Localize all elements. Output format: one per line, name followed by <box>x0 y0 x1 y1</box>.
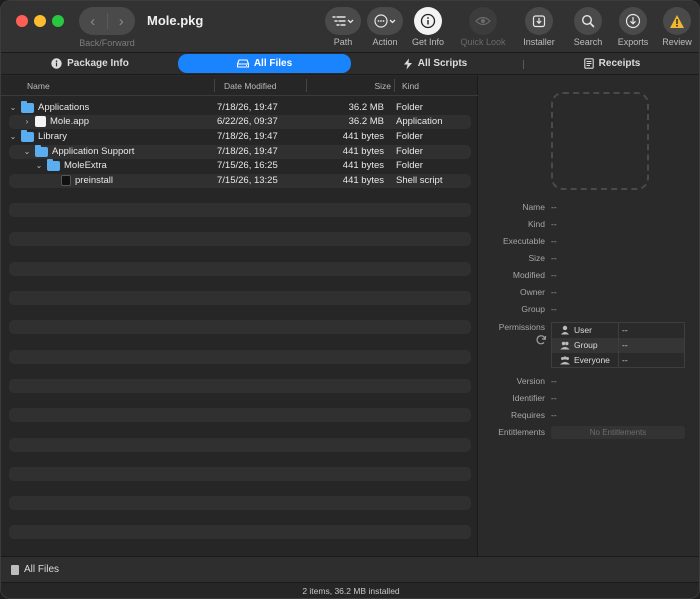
tab-receipts[interactable]: Receipts <box>531 54 693 73</box>
column-header-size[interactable]: Size <box>374 81 391 91</box>
zoom-window-button[interactable] <box>52 15 64 27</box>
table-row[interactable]: preinstall 7/15/26, 13:25 441 bytes Shel… <box>9 174 471 188</box>
current-location-label[interactable]: All Files <box>24 564 59 575</box>
disclosure-open-icon[interactable]: ⌄ <box>23 147 31 156</box>
permission-user-row: User -- <box>552 323 684 338</box>
status-bar: 2 items, 36.2 MB installed <box>1 582 699 598</box>
table-row[interactable]: › Mole.app 6/22/26, 09:37 36.2 MB Applic… <box>9 115 471 129</box>
info-executable-row: Executable -- <box>502 236 557 246</box>
info-group-row: Group -- <box>521 304 557 314</box>
close-window-button[interactable] <box>16 15 28 27</box>
group-icon <box>560 341 570 350</box>
column-header-kind[interactable]: Kind <box>402 81 419 91</box>
info-pane: Name -- Kind -- Executable -- Size -- Modifi… <box>479 76 699 556</box>
folder-icon <box>35 144 48 157</box>
no-entitlements-button[interactable]: No Entitlements <box>551 426 685 439</box>
folder-icon <box>21 100 34 113</box>
back-forward-label: Back/Forward <box>79 38 135 48</box>
empty-row <box>9 320 471 334</box>
installer-button[interactable]: Installer <box>519 7 559 51</box>
file-preview-placeholder <box>551 92 649 190</box>
refresh-icon[interactable] <box>535 334 547 346</box>
disclosure-open-icon[interactable]: ⌄ <box>35 161 43 170</box>
empty-row <box>9 467 471 481</box>
bottom-path-bar: All Files <box>1 556 699 582</box>
info-icon <box>414 7 442 35</box>
shell-script-icon <box>61 175 71 186</box>
empty-row <box>9 408 471 422</box>
column-header-name[interactable]: Name <box>27 81 50 91</box>
info-name-row: Name -- <box>522 202 557 212</box>
everyone-icon <box>560 356 570 365</box>
empty-row <box>9 291 471 305</box>
warning-icon <box>663 7 691 35</box>
info-size-row: Size -- <box>528 253 557 263</box>
app-window: ‹ › Back/Forward Mole.pkg Path Action Ge… <box>0 0 700 599</box>
info-requires-row: Requires -- <box>510 410 557 420</box>
permissions-table: User -- Group -- Everyone -- <box>551 322 685 368</box>
user-icon <box>561 325 569 335</box>
empty-row <box>9 496 471 510</box>
info-owner-row: Owner -- <box>519 287 557 297</box>
column-header-date[interactable]: Date Modified <box>224 81 276 91</box>
application-icon <box>35 116 46 127</box>
receipt-icon <box>583 58 594 69</box>
path-icon <box>325 7 361 35</box>
empty-row <box>9 438 471 452</box>
document-icon <box>11 565 19 575</box>
folder-icon <box>47 158 60 171</box>
empty-row <box>9 350 471 364</box>
back-button[interactable]: ‹ <box>79 7 107 35</box>
search-button[interactable]: Search <box>568 7 608 51</box>
disclosure-open-icon[interactable]: ⌄ <box>9 132 17 141</box>
folder-icon <box>21 129 34 142</box>
file-list[interactable]: Name Date Modified Size Kind ⌄ Applicati… <box>1 76 478 556</box>
info-identifier-row: Identifier -- <box>512 393 557 403</box>
minimize-window-button[interactable] <box>34 15 46 27</box>
forward-button[interactable]: › <box>108 7 136 35</box>
permission-everyone-row: Everyone -- <box>552 353 684 368</box>
table-row[interactable]: ⌄ Application Support 7/18/26, 19:47 441… <box>9 144 471 159</box>
tab-package-info[interactable]: Package Info <box>9 54 171 73</box>
tab-all-files[interactable]: All Files <box>178 54 351 73</box>
disclosure-open-icon[interactable]: ⌄ <box>9 103 17 112</box>
chevron-left-icon: ‹ <box>90 12 96 30</box>
chevron-right-icon: › <box>118 12 124 30</box>
empty-row <box>9 525 471 539</box>
info-icon <box>51 58 62 69</box>
installer-icon <box>525 7 553 35</box>
search-icon <box>574 7 602 35</box>
empty-row <box>9 232 471 246</box>
action-icon <box>367 7 403 35</box>
review-button[interactable]: Review <box>657 7 697 51</box>
file-list-header: Name Date Modified Size Kind <box>1 76 478 96</box>
drive-icon <box>236 59 249 68</box>
table-row[interactable]: ⌄ Library 7/18/26, 19:47 441 bytes Folde… <box>9 129 471 144</box>
export-icon <box>619 7 647 35</box>
eye-icon <box>469 7 497 35</box>
empty-row <box>9 262 471 276</box>
empty-row <box>9 203 471 217</box>
info-version-row: Version -- <box>516 376 557 386</box>
table-row[interactable]: ⌄ Applications 7/18/26, 19:47 36.2 MB Fo… <box>9 100 471 115</box>
quick-look-button[interactable]: Quick Look <box>460 7 506 51</box>
toolbar: ‹ › Back/Forward Mole.pkg Path Action Ge… <box>1 1 699 53</box>
view-tab-bar: Package Info All Files All Scripts Recei… <box>1 53 699 75</box>
disclosure-closed-icon[interactable]: › <box>23 117 31 126</box>
info-modified-row: Modified -- <box>512 270 557 280</box>
window-title: Mole.pkg <box>147 13 204 28</box>
empty-row <box>9 379 471 393</box>
tab-all-scripts[interactable]: All Scripts <box>356 54 514 73</box>
table-row[interactable]: ⌄ MoleExtra 7/15/26, 16:25 441 bytes Fol… <box>9 158 471 173</box>
script-icon <box>403 58 412 69</box>
info-kind-row: Kind -- <box>527 219 557 229</box>
back-forward-control: ‹ › <box>79 7 135 35</box>
permission-group-row: Group -- <box>552 338 684 353</box>
get-info-button[interactable]: Get Info <box>408 7 448 51</box>
